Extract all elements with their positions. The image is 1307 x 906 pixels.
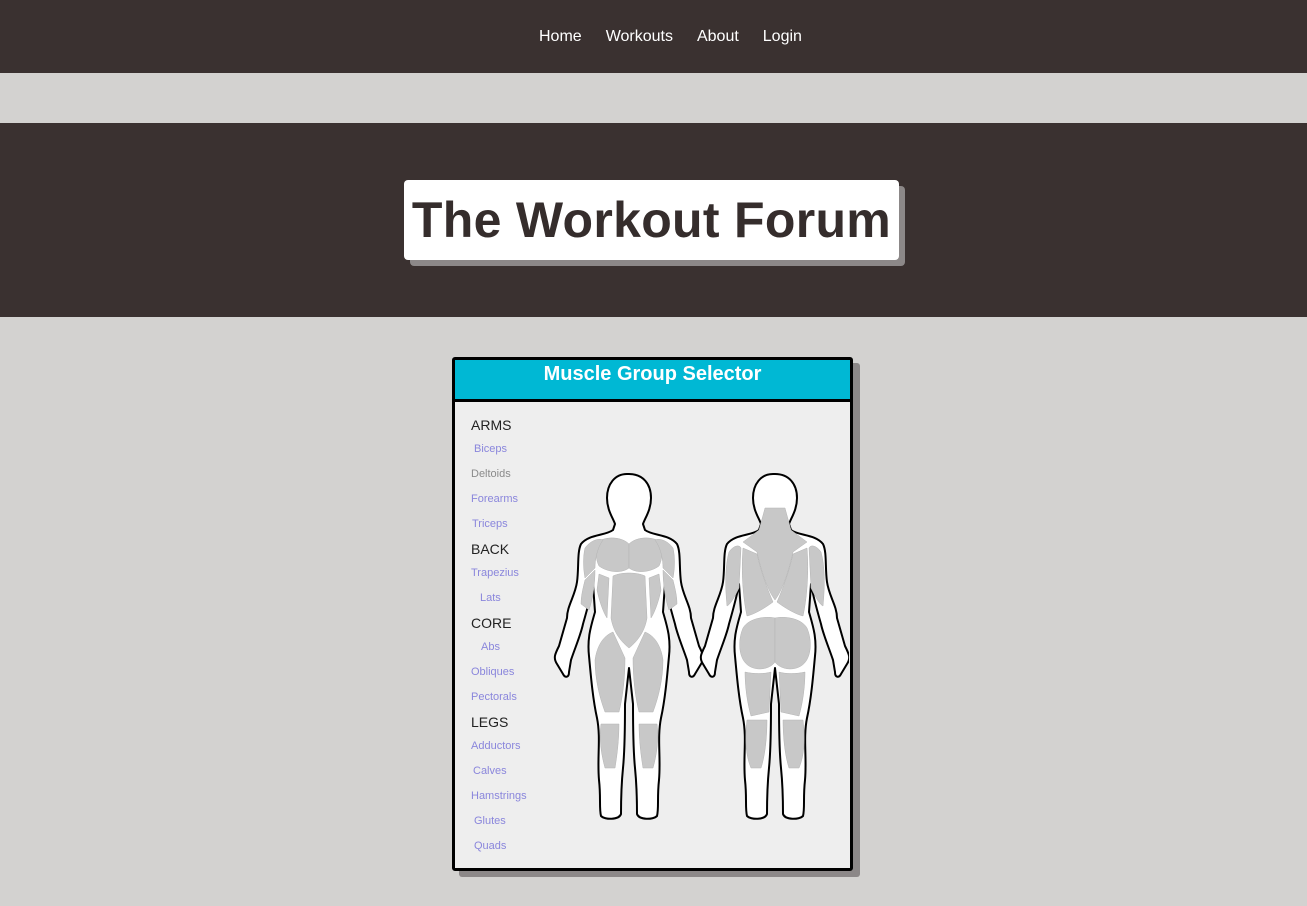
back-muscles: [725, 507, 825, 769]
triceps-left-muscle: [725, 545, 742, 607]
body-diagram-svg: [553, 473, 851, 820]
muscle-link-deltoids[interactable]: Deltoids: [471, 462, 551, 487]
muscle-link-triceps[interactable]: Triceps: [471, 512, 551, 537]
muscle-link-lats[interactable]: Lats: [471, 586, 551, 611]
group-label-back: BACK: [471, 541, 510, 557]
group-label-arms: ARMS: [471, 417, 512, 433]
muscle-link-abs[interactable]: Abs: [471, 635, 551, 660]
back-body-figure: [699, 473, 851, 820]
muscle-list: ARMS Biceps Deltoids Forearms Triceps BA…: [471, 413, 551, 859]
glute-right-muscle: [774, 617, 811, 670]
nav-links: Home Workouts About Login: [527, 0, 814, 73]
nav-home-link[interactable]: Home: [527, 28, 594, 46]
body-diagram: [549, 468, 851, 828]
selector-header: Muscle Group Selector: [455, 360, 850, 402]
selector-title: Muscle Group Selector: [543, 363, 762, 385]
muscle-link-quads[interactable]: Quads: [471, 834, 551, 859]
muscle-group-selector: Muscle Group Selector ARMS Biceps Deltoi…: [452, 357, 853, 871]
group-label-core: CORE: [471, 615, 512, 631]
triceps-right-muscle: [808, 545, 825, 607]
calf-left-muscle: [599, 723, 620, 769]
nav-about-link[interactable]: About: [685, 28, 751, 46]
glute-left-muscle: [739, 617, 776, 670]
muscle-link-adductors[interactable]: Adductors: [471, 734, 551, 759]
muscle-link-pectorals[interactable]: Pectorals: [471, 685, 551, 710]
calf-right-muscle: [638, 723, 659, 769]
muscle-link-glutes[interactable]: Glutes: [471, 809, 551, 834]
site-title: The Workout Forum: [411, 192, 892, 248]
nav-login-link[interactable]: Login: [751, 28, 814, 46]
nav-workouts-link[interactable]: Workouts: [594, 28, 685, 46]
muscle-link-calves[interactable]: Calves: [471, 759, 551, 784]
site-title-box: The Workout Forum: [404, 180, 899, 260]
muscle-link-trapezius[interactable]: Trapezius: [471, 561, 551, 586]
front-body-figure: [553, 473, 705, 820]
top-navbar: Home Workouts About Login: [0, 0, 1307, 73]
muscle-link-biceps[interactable]: Biceps: [471, 437, 551, 462]
group-label-legs: LEGS: [471, 714, 509, 730]
muscle-link-hamstrings[interactable]: Hamstrings: [471, 784, 551, 809]
muscle-link-obliques[interactable]: Obliques: [471, 660, 551, 685]
muscle-link-forearms[interactable]: Forearms: [471, 487, 551, 512]
